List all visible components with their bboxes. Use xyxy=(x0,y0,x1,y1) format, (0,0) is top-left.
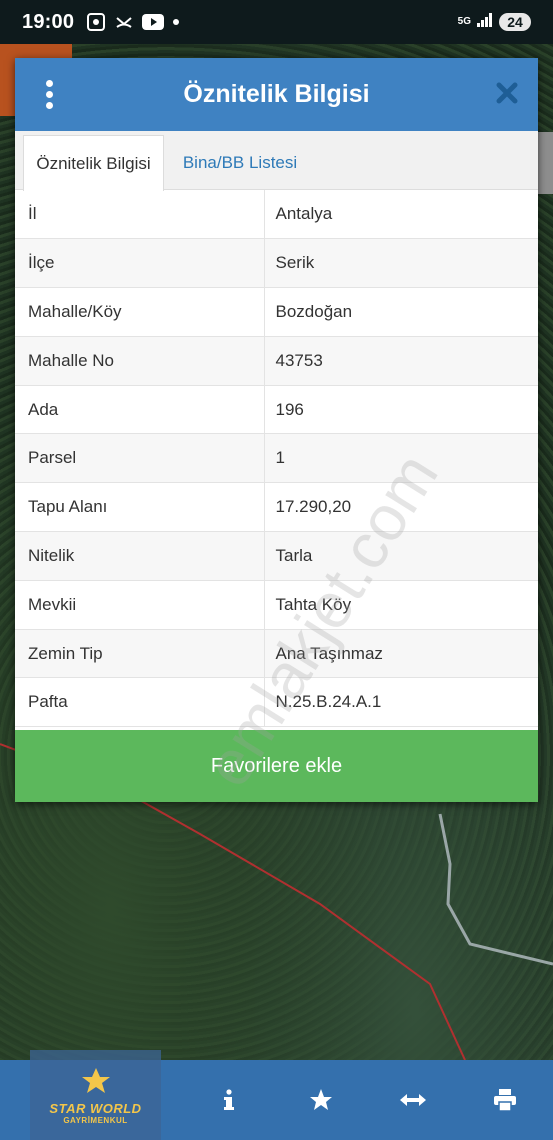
attribute-value: Bozdoğan xyxy=(264,287,538,337)
close-icon[interactable] xyxy=(496,82,518,104)
attribute-key: Tapu Alanı xyxy=(15,482,265,533)
dialog-header: Öznitelik Bilgisi xyxy=(15,58,538,131)
attribute-value: 17.290,20 xyxy=(264,482,538,533)
status-time: 19:00 xyxy=(22,10,75,33)
tab-building-list[interactable]: Bina/BB Listesi xyxy=(175,135,305,191)
attribute-value: 1 xyxy=(264,433,538,484)
company-logo: STAR WORLD GAYRİMENKUL xyxy=(30,1050,161,1140)
attribute-value: N.25.B.24.A.1 xyxy=(264,677,538,728)
table-row: Mahalle No 43753 xyxy=(15,336,538,386)
table-row: İl Antalya xyxy=(15,190,538,240)
youtube-icon xyxy=(142,14,165,30)
screenshot-icon xyxy=(86,12,106,32)
attribute-key: Zemin Tip xyxy=(15,629,265,679)
info-icon[interactable] xyxy=(209,1080,249,1120)
table-row: İlçe Serik xyxy=(15,238,538,289)
attribute-key: Ada xyxy=(15,385,265,435)
attribute-key: İlçe xyxy=(15,238,265,289)
table-row: Pafta N.25.B.24.A.1 xyxy=(15,677,538,728)
more-vertical-icon[interactable] xyxy=(37,78,61,110)
tab-attribute-info[interactable]: Öznitelik Bilgisi xyxy=(23,135,164,191)
table-row: Ada 196 xyxy=(15,385,538,435)
map-side-panel-edge xyxy=(537,132,553,194)
arrows-horizontal-icon[interactable] xyxy=(393,1080,433,1120)
star-icon[interactable] xyxy=(301,1080,341,1120)
attribute-info-dialog: Öznitelik Bilgisi Öznitelik Bilgisi Bina… xyxy=(15,58,538,802)
table-row: Mevkii Tahta Köy xyxy=(15,580,538,630)
battery-level: 24 xyxy=(499,13,531,31)
attribute-key: Pafta xyxy=(15,677,265,728)
table-row: Nitelik Tarla xyxy=(15,531,538,581)
attribute-value: Tarla xyxy=(264,531,538,581)
attribute-key: Parsel xyxy=(15,433,265,484)
attribute-key: Mahalle/Köy xyxy=(15,287,265,337)
table-row: Tapu Alanı 17.290,20 xyxy=(15,482,538,533)
missed-call-icon xyxy=(114,12,134,32)
dot-icon xyxy=(172,18,180,26)
print-icon[interactable] xyxy=(485,1080,525,1120)
status-bar: 19:00 5G 24 xyxy=(0,0,553,44)
table-row: Mahalle/Köy Bozdoğan xyxy=(15,287,538,337)
tab-bar: Öznitelik Bilgisi Bina/BB Listesi xyxy=(15,131,538,191)
status-notification-icons xyxy=(86,12,180,32)
attribute-value: Antalya xyxy=(264,190,538,240)
attribute-value: Serik xyxy=(264,238,538,289)
attribute-key: İl xyxy=(15,190,265,240)
table-row: Parsel 1 xyxy=(15,433,538,484)
logo-text-primary: STAR WORLD xyxy=(49,1100,142,1116)
table-row: Zemin Tip Ana Taşınmaz xyxy=(15,629,538,679)
attribute-key: Mevkii xyxy=(15,580,265,630)
attribute-value: 43753 xyxy=(264,336,538,386)
attribute-value: 196 xyxy=(264,385,538,435)
signal-icon xyxy=(477,12,493,32)
logo-star-icon xyxy=(76,1066,116,1101)
dialog-title: Öznitelik Bilgisi xyxy=(183,80,370,108)
attribute-value: Tahta Köy xyxy=(264,580,538,630)
attribute-value: Ana Taşınmaz xyxy=(264,629,538,679)
attribute-table: İl Antalya İlçe Serik Mahalle/Köy Bozdoğan … xyxy=(15,190,538,728)
attribute-key: Nitelik xyxy=(15,531,265,581)
status-right-group: 5G 24 xyxy=(457,12,531,32)
logo-text-secondary: GAYRİMENKUL xyxy=(63,1115,128,1125)
network-type: 5G xyxy=(457,16,471,27)
add-to-favorites-button[interactable]: Favorilere ekle xyxy=(15,730,538,802)
attribute-key: Mahalle No xyxy=(15,336,265,386)
